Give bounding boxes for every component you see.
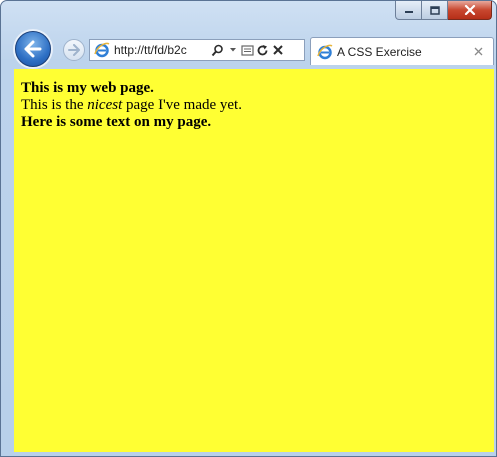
close-icon: [464, 5, 475, 15]
close-window-button[interactable]: [448, 1, 492, 20]
forward-button[interactable]: [63, 39, 85, 61]
search-icon[interactable]: [210, 42, 225, 58]
ie-logo-icon: [94, 42, 110, 58]
paragraph-line: This is the nicest page I've made yet.: [21, 97, 494, 114]
emphasis-text: nicest: [87, 97, 123, 113]
close-icon: [474, 47, 482, 56]
stop-icon[interactable]: [270, 42, 285, 58]
refresh-icon[interactable]: [255, 42, 270, 58]
text-prefix: This is the: [21, 97, 88, 113]
ie-logo-icon: [317, 44, 333, 59]
browser-tab[interactable]: A CSS Exercise: [310, 37, 494, 65]
forward-arrow-icon: [68, 44, 80, 56]
back-arrow-icon: [24, 40, 42, 58]
tab-close-button[interactable]: [471, 45, 485, 59]
tab-title: A CSS Exercise: [337, 44, 422, 59]
address-bar[interactable]: http://tt/fd/b2c: [89, 39, 305, 61]
bold-line: Here is some text on my page.: [21, 114, 212, 130]
maximize-button[interactable]: [422, 1, 448, 20]
chevron-down-icon[interactable]: [225, 42, 240, 58]
text-suffix: page I've made yet.: [122, 97, 242, 113]
back-button[interactable]: [15, 31, 51, 67]
minimize-icon: [404, 11, 413, 13]
minimize-button[interactable]: [395, 1, 422, 20]
heading-line: This is my web page.: [21, 80, 154, 96]
browser-window: http://tt/fd/b2c A CSS Exercise This is …: [0, 0, 497, 457]
page-content: This is my web page. This is the nicest …: [14, 69, 494, 452]
window-caption-buttons: [395, 1, 492, 21]
maximize-icon: [429, 5, 440, 15]
compatibility-view-icon[interactable]: [240, 42, 255, 58]
address-url[interactable]: http://tt/fd/b2c: [114, 43, 210, 57]
